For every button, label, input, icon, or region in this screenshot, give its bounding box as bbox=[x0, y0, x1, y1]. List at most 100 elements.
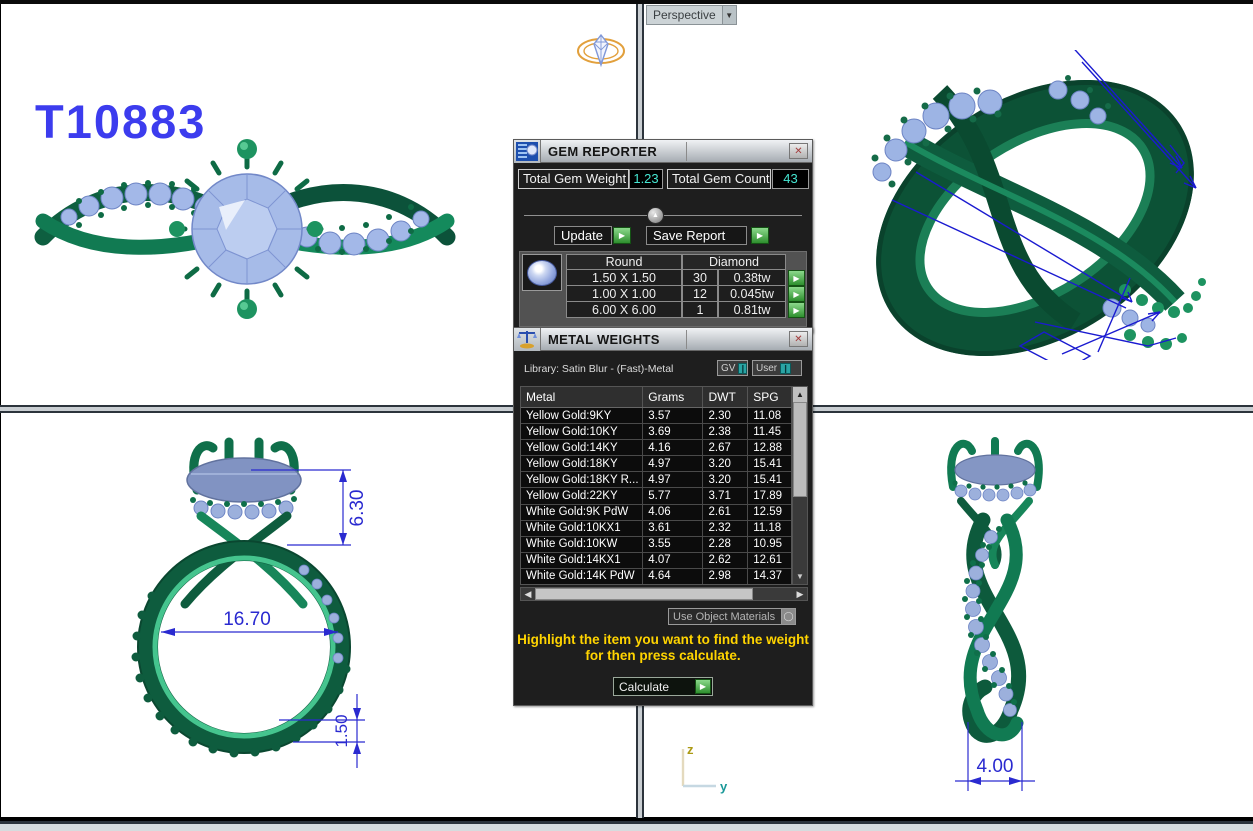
user-button[interactable]: User ❙ bbox=[752, 360, 802, 376]
axis-y-label: y bbox=[720, 779, 728, 794]
gem-table: Round Diamond 1.50 X 1.50 30 0.38tw ▶ 1.… bbox=[519, 251, 807, 327]
window-top-edge bbox=[0, 0, 1253, 4]
gem-reporter-title: GEM REPORTER bbox=[541, 144, 657, 159]
dim-shank-depth: 1.50 bbox=[332, 714, 351, 747]
save-report-button[interactable]: Save Report bbox=[646, 226, 747, 245]
gem-size: 6.00 X 6.00 bbox=[566, 302, 682, 318]
gem-reporter-panel: GEM REPORTER ✕ Total Gem Weight 1.23 Tot… bbox=[513, 139, 813, 333]
model-number-label: T10883 bbox=[35, 94, 206, 149]
total-gem-count-label: Total Gem Count bbox=[667, 169, 771, 189]
gem-thumbnail[interactable] bbox=[522, 254, 562, 291]
metal-row[interactable]: White Gold:10KX13.612.3211.18 bbox=[521, 521, 791, 537]
metal-row[interactable]: Yellow Gold:22KY5.773.7117.89 bbox=[521, 488, 791, 504]
dim-inner-diameter: 16.70 bbox=[223, 609, 271, 630]
close-icon[interactable]: ✕ bbox=[789, 143, 808, 159]
gem-shape-header: Round bbox=[566, 254, 682, 270]
ring-top-wireframe-icon bbox=[575, 32, 627, 70]
gv-button[interactable]: GV ❙ bbox=[717, 360, 748, 376]
status-bar bbox=[0, 821, 1253, 831]
gem-count: 1 bbox=[682, 302, 718, 318]
gem-row-go-icon[interactable]: ▶ bbox=[788, 270, 805, 286]
dim-head-height: 6.30 bbox=[347, 490, 368, 527]
scale-icon bbox=[514, 328, 541, 351]
metal-row[interactable]: White Gold:14KX14.072.6212.61 bbox=[521, 553, 791, 569]
titlebar-separator bbox=[686, 142, 687, 161]
user-toggle-icon[interactable]: ❙ bbox=[780, 363, 791, 374]
calculate-label: Calculate bbox=[614, 680, 695, 694]
metal-weights-panel: METAL WEIGHTS ✕ Library: Satin Blur - (F… bbox=[513, 327, 813, 706]
collapse-button[interactable]: ▲ bbox=[647, 207, 664, 224]
scrollbar-thumb[interactable] bbox=[793, 402, 807, 497]
chevron-down-icon[interactable]: ▼ bbox=[722, 6, 736, 24]
metal-row[interactable]: Yellow Gold:14KY4.162.6712.88 bbox=[521, 440, 791, 456]
scroll-right-icon[interactable]: ▶ bbox=[793, 588, 807, 600]
total-gem-weight-label: Total Gem Weight bbox=[518, 169, 629, 189]
gem-weight: 0.81tw bbox=[718, 302, 786, 318]
dim-shank-width: 4.00 bbox=[977, 756, 1014, 777]
total-gem-weight-value: 1.23 bbox=[629, 169, 663, 189]
gem-weight: 0.045tw bbox=[718, 286, 786, 302]
gem-size: 1.50 X 1.50 bbox=[566, 270, 682, 286]
ring-side-view[interactable]: 4.00 bbox=[915, 425, 1095, 800]
metal-row[interactable]: White Gold:14K PdW4.642.9814.37 bbox=[521, 569, 791, 585]
calculate-button[interactable]: Calculate ▶ bbox=[613, 677, 713, 696]
gem-type-header: Diamond bbox=[682, 254, 786, 270]
use-object-materials-label: Use Object Materials bbox=[669, 611, 781, 623]
scroll-down-icon[interactable]: ▼ bbox=[793, 569, 807, 584]
gem-size: 1.00 X 1.00 bbox=[566, 286, 682, 302]
update-go-icon[interactable]: ▶ bbox=[613, 227, 631, 244]
ring-front-view[interactable]: 16.70 6.30 1.50 bbox=[51, 428, 471, 798]
metal-row[interactable]: Yellow Gold:9KY3.572.3011.08 bbox=[521, 408, 791, 424]
dwt-column-header[interactable]: DWT bbox=[703, 387, 748, 407]
metal-weights-title: METAL WEIGHTS bbox=[541, 332, 660, 347]
gem-table-row[interactable]: 1.50 X 1.50 30 0.38tw ▶ bbox=[566, 270, 805, 286]
axis-z-label: z bbox=[687, 742, 694, 757]
metal-table: Metal Grams DWT SPG Yellow Gold:9KY3.572… bbox=[520, 386, 792, 585]
scroll-up-icon[interactable]: ▲ bbox=[793, 387, 807, 402]
scroll-left-icon[interactable]: ◀ bbox=[521, 588, 535, 600]
metal-column-header[interactable]: Metal bbox=[521, 387, 643, 407]
gem-row-go-icon[interactable]: ▶ bbox=[788, 302, 805, 318]
metal-row[interactable]: White Gold:9K PdW4.062.6112.59 bbox=[521, 505, 791, 521]
gem-count: 30 bbox=[682, 270, 718, 286]
update-button[interactable]: Update bbox=[554, 226, 612, 245]
metal-row[interactable]: Yellow Gold:10KY3.692.3811.45 bbox=[521, 424, 791, 440]
radio-circle-icon[interactable]: ◯ bbox=[781, 609, 795, 624]
gem-row-go-icon[interactable]: ▶ bbox=[788, 286, 805, 302]
save-report-go-icon[interactable]: ▶ bbox=[751, 227, 769, 244]
perspective-tab-label: Perspective bbox=[647, 8, 722, 22]
grams-column-header[interactable]: Grams bbox=[643, 387, 703, 407]
titlebar-separator bbox=[686, 330, 687, 349]
vertical-scrollbar[interactable]: ▲ ▼ bbox=[792, 386, 808, 585]
gv-label: GV bbox=[721, 363, 735, 374]
metal-row[interactable]: Yellow Gold:18KY R...4.973.2015.41 bbox=[521, 472, 791, 488]
total-gem-count-value: 43 bbox=[772, 169, 809, 189]
gem-table-row[interactable]: 1.00 X 1.00 12 0.045tw ▶ bbox=[566, 286, 805, 302]
scrollbar-thumb[interactable] bbox=[535, 588, 753, 600]
gem-table-header: Round Diamond bbox=[566, 254, 805, 270]
close-icon[interactable]: ✕ bbox=[789, 331, 808, 347]
application-window: T10883 bbox=[0, 0, 1253, 831]
chevron-up-icon: ▲ bbox=[652, 212, 659, 219]
user-label: User bbox=[756, 363, 777, 374]
metal-table-header: Metal Grams DWT SPG bbox=[521, 387, 791, 408]
spg-column-header[interactable]: SPG bbox=[748, 387, 791, 407]
gem-count: 12 bbox=[682, 286, 718, 302]
round-gem-icon bbox=[527, 260, 557, 286]
axis-indicator: z y bbox=[670, 740, 734, 798]
metal-weights-titlebar[interactable]: METAL WEIGHTS ✕ bbox=[514, 328, 812, 351]
calculate-go-icon[interactable]: ▶ bbox=[695, 679, 711, 694]
metal-row[interactable]: Yellow Gold:18KY4.973.2015.41 bbox=[521, 456, 791, 472]
instruction-text: Highlight the item you want to find the … bbox=[514, 632, 812, 664]
perspective-viewport-tab[interactable]: Perspective ▼ bbox=[646, 5, 737, 25]
gem-table-row[interactable]: 6.00 X 6.00 1 0.81tw ▶ bbox=[566, 302, 805, 318]
gem-weight: 0.38tw bbox=[718, 270, 786, 286]
use-object-materials-dropdown[interactable]: Use Object Materials ◯ bbox=[668, 608, 796, 625]
ring-perspective-view[interactable] bbox=[830, 50, 1253, 360]
horizontal-scrollbar[interactable]: ◀ ▶ bbox=[520, 587, 808, 601]
gv-toggle-icon[interactable]: ❙ bbox=[738, 363, 747, 374]
ring-top-view[interactable] bbox=[29, 137, 461, 343]
gem-reporter-titlebar[interactable]: GEM REPORTER ✕ bbox=[514, 140, 812, 163]
library-label: Library: Satin Blur - (Fast)-Metal bbox=[524, 363, 673, 375]
metal-row[interactable]: White Gold:10KW3.552.2810.95 bbox=[521, 537, 791, 553]
